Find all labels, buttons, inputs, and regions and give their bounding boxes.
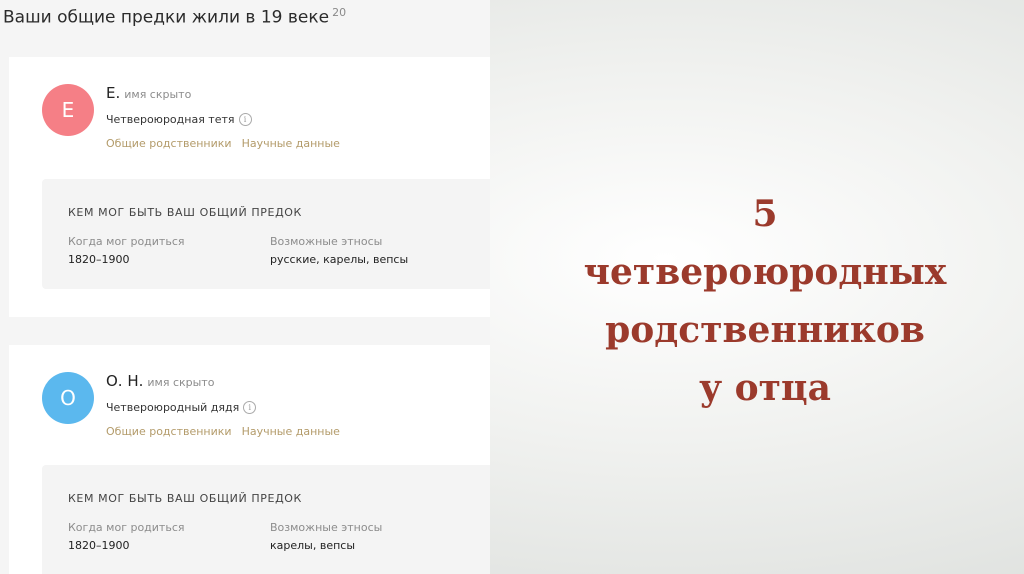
common-relatives-link[interactable]: Общие родственники [106,425,232,438]
birth-value: 1820–1900 [68,253,130,266]
common-ancestor-panel: КЕМ МОГ БЫТЬ ВАШ ОБЩИЙ ПРЕДОК Когда мог … [42,179,490,289]
relation-label: Четвероюродная тетя i [106,113,252,126]
headline-line: у отца [699,367,831,409]
relative-name: Е. имя скрыто [106,84,192,102]
relative-card: О О. Н. имя скрыто Четвероюродный дядя i О… [9,345,490,574]
info-circle-icon[interactable]: i [238,113,252,126]
avatar[interactable]: Е [42,84,94,136]
ethnos-label: Возможные этносы [270,235,383,248]
section-title: Ваши общие предки жили в 19 веке 20 [3,6,347,28]
name-hidden-label: имя скрыто [124,88,192,101]
birth-label: Когда мог родиться [68,235,185,248]
birth-column: Когда мог родиться 1820–1900 [68,235,185,266]
name-hidden-label: имя скрыто [147,376,215,389]
birth-value: 1820–1900 [68,539,130,552]
common-relatives-link[interactable]: Общие родственники [106,137,232,150]
screenshot-panel: Ваши общие предки жили в 19 веке 20 Е Е. и… [0,0,490,574]
card-links: Общие родственники Научные данные [106,425,350,438]
ethnos-column: Возможные этносы русские, карелы, вепсы [270,235,408,266]
science-data-link[interactable]: Научные данные [242,137,340,150]
card-links: Общие родственники Научные данные [106,137,350,150]
birth-column: Когда мог родиться 1820–1900 [68,521,185,552]
ethnos-label: Возможные этносы [270,521,383,534]
relative-name: О. Н. имя скрыто [106,372,215,390]
birth-label: Когда мог родиться [68,521,185,534]
relation-label: Четвероюродный дядя i [106,401,257,414]
slide-headline: 5 четвероюродных родственников у отца [540,185,990,417]
ancestor-panel-title: КЕМ МОГ БЫТЬ ВАШ ОБЩИЙ ПРЕДОК [68,206,302,219]
relative-card: Е Е. имя скрыто Четвероюродная тетя i Общи… [9,57,490,317]
ancestor-count: 20 [332,6,347,19]
avatar[interactable]: О [42,372,94,424]
info-circle-icon[interactable]: i [243,401,257,414]
ethnos-value: русские, карелы, вепсы [270,253,409,266]
ancestor-panel-title: КЕМ МОГ БЫТЬ ВАШ ОБЩИЙ ПРЕДОК [68,492,302,505]
ethnos-column: Возможные этносы карелы, вепсы [270,521,382,552]
ethnos-value: карелы, вепсы [270,539,356,552]
headline-line: родственников [605,309,925,351]
science-data-link[interactable]: Научные данные [242,425,340,438]
common-ancestor-panel: КЕМ МОГ БЫТЬ ВАШ ОБЩИЙ ПРЕДОК Когда мог … [42,465,490,574]
headline-line: 5 [752,193,778,235]
headline-line: четвероюродных [583,251,947,293]
